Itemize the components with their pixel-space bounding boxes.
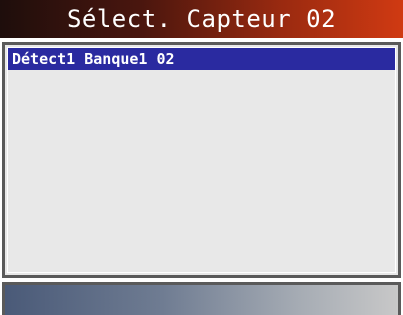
sensor-list-panel: Détect1 Banque1 02 <box>2 42 401 278</box>
screen-title: Sélect. Capteur 02 <box>66 5 337 33</box>
list-item-sensor1-bank1[interactable]: Détect1 Banque1 02 <box>8 48 395 70</box>
title-bar: Sélect. Capteur 02 <box>0 0 403 40</box>
list-item-label: Détect1 Banque1 02 <box>12 50 175 68</box>
footer-bar <box>2 282 401 315</box>
sensor-list: Détect1 Banque1 02 <box>7 47 396 273</box>
